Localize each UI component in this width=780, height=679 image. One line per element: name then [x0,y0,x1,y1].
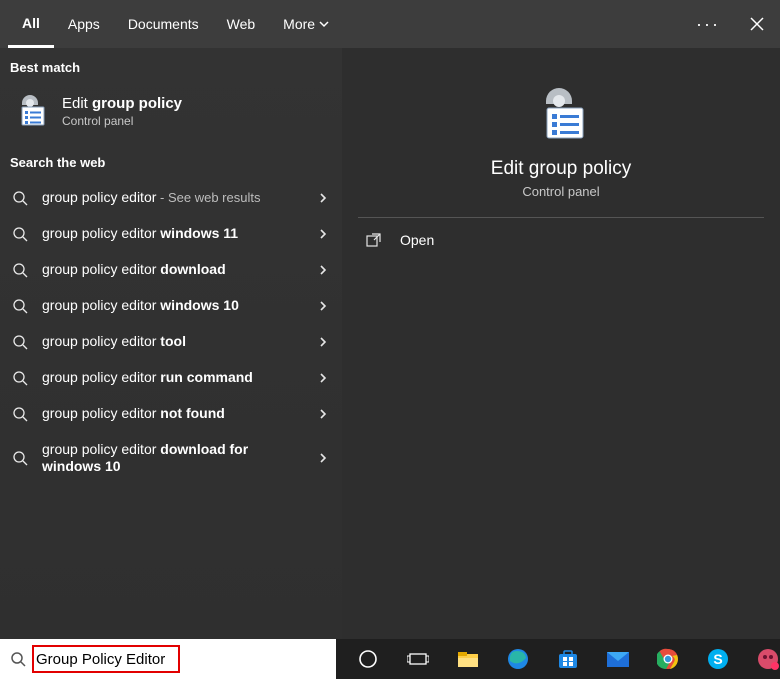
chrome-icon[interactable] [656,647,680,671]
search-icon [12,334,28,350]
skype-icon[interactable]: S [706,647,730,671]
suggestion-label: group policy editor not found [42,405,330,423]
web-suggestion[interactable]: group policy editor run command [0,360,342,396]
search-tabs: All Apps Documents Web More ··· [0,0,780,48]
chevron-right-icon[interactable] [318,452,328,464]
chevron-right-icon[interactable] [318,192,328,204]
search-web-header: Search the web [0,143,342,180]
search-input[interactable] [36,645,186,673]
preview-header: Edit group policy Control panel [358,58,764,218]
file-explorer-icon[interactable] [456,647,480,671]
tab-apps[interactable]: Apps [54,0,114,48]
chevron-right-icon[interactable] [318,372,328,384]
mail-icon[interactable] [606,647,630,671]
group-policy-icon [531,84,591,144]
suggestion-label: group policy editor - See web results [42,189,330,207]
group-policy-icon [12,93,48,129]
web-suggestion[interactable]: group policy editor - See web results [0,180,342,216]
preview-title: Edit group policy [491,158,631,180]
suggestion-label: group policy editor windows 10 [42,297,330,315]
suggestion-label: group policy editor download [42,261,330,279]
tab-web[interactable]: Web [213,0,270,48]
web-suggestion[interactable]: group policy editor windows 10 [0,288,342,324]
search-icon [12,450,28,466]
edge-icon[interactable] [506,647,530,671]
preview-panel: Edit group policy Control panel Open [342,48,780,639]
open-action[interactable]: Open [342,218,780,262]
suggestion-label: group policy editor windows 11 [42,225,330,243]
suggestion-label: group policy editor download for windows… [42,441,330,476]
web-suggestion[interactable]: group policy editor download [0,252,342,288]
chevron-right-icon[interactable] [318,228,328,240]
web-suggestion[interactable]: group policy editor download for windows… [0,432,342,484]
tab-documents[interactable]: Documents [114,0,213,48]
chevron-right-icon[interactable] [318,300,328,312]
results-panel: Best match Edit group policy Control pan… [0,48,342,639]
tab-label: More [283,16,315,32]
tab-all[interactable]: All [8,0,54,48]
web-suggestion[interactable]: group policy editor windows 11 [0,216,342,252]
chevron-right-icon[interactable] [318,264,328,276]
best-match-title: Edit group policy [62,95,182,112]
web-suggestion[interactable]: group policy editor not found [0,396,342,432]
best-match-result[interactable]: Edit group policy Control panel [0,85,342,143]
close-button[interactable] [740,17,774,31]
chevron-down-icon [319,19,329,29]
web-suggestion[interactable]: group policy editor tool [0,324,342,360]
search-icon [10,651,26,667]
more-options-button[interactable]: ··· [690,14,726,35]
open-icon [366,232,382,248]
search-icon [12,370,28,386]
taskbar-search[interactable] [0,639,336,679]
chevron-right-icon[interactable] [318,408,328,420]
search-icon [12,226,28,242]
task-view-icon[interactable] [406,647,430,671]
best-match-subtitle: Control panel [62,114,182,128]
tab-label: Apps [68,16,100,32]
svg-text:S: S [713,651,722,667]
open-label: Open [400,232,434,248]
chevron-right-icon[interactable] [318,336,328,348]
web-suggestions-list: group policy editor - See web results gro… [0,180,342,484]
search-icon [12,298,28,314]
tab-label: Documents [128,16,199,32]
search-icon [12,262,28,278]
cortana-icon[interactable] [356,647,380,671]
taskbar: S [0,639,780,679]
search-icon [12,406,28,422]
search-icon [12,190,28,206]
microsoft-store-icon[interactable] [556,647,580,671]
app-icon[interactable] [756,647,780,671]
tab-more[interactable]: More [269,0,343,48]
tab-label: Web [227,16,256,32]
taskbar-icons: S [336,647,780,671]
tab-label: All [22,15,40,31]
suggestion-label: group policy editor tool [42,333,330,351]
preview-subtitle: Control panel [522,184,599,199]
suggestion-label: group policy editor run command [42,369,330,387]
best-match-header: Best match [0,48,342,85]
